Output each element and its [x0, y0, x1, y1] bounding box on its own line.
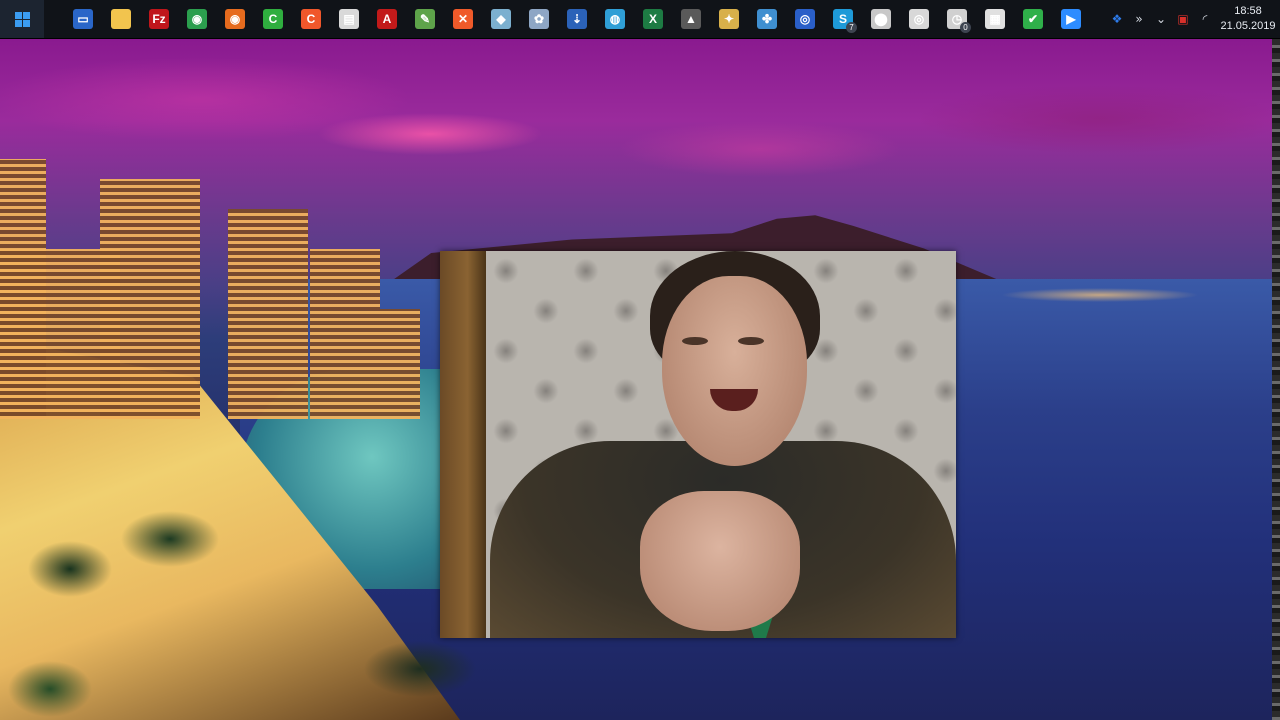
wolf-app-icon: ▲ [681, 9, 701, 29]
hotel-tower [228, 209, 308, 419]
download-manager-icon: ⇣ [567, 9, 587, 29]
zoom-taskbar-button[interactable]: ▶ [1052, 0, 1090, 38]
eraser-icon: ◆ [491, 9, 511, 29]
excel-icon: X [643, 9, 663, 29]
wifi-icon[interactable]: ◜ [1194, 0, 1216, 38]
download-manager-taskbar-button[interactable]: ⇣ [558, 0, 596, 38]
file-explorer-taskbar-button[interactable] [102, 0, 140, 38]
eraser-taskbar-button[interactable]: ◆ [482, 0, 520, 38]
paint-taskbar-button[interactable]: ✿ [520, 0, 558, 38]
system-tray: ❖» ⌄ ▣ ◜ 18:58 21.05.2019 [1106, 0, 1280, 38]
blue-square-app-icon: ◎ [795, 9, 815, 29]
target-icon: ◎ [909, 9, 929, 29]
chrome-taskbar-button[interactable]: ◉ [178, 0, 216, 38]
firefox-icon: ◉ [225, 9, 245, 29]
person-clasped-hands [640, 491, 800, 631]
clapperboard-icon: ▦ [985, 9, 1005, 29]
paint-icon: ✿ [529, 9, 549, 29]
world-globe-icon: ◍ [605, 9, 625, 29]
presentation-taskbar-button[interactable]: ▤ [330, 0, 368, 38]
taskbar: ▭ Fz ◉ ◉ C C ▤ A ✎ ✕ ◆ ✿ ⇣ ◍ X ▲ ✦ ✤ ◎ S 7 ⬤ ◎ ◷ 0 ▦ ✔ ▶ ❖» ⌄ ▣ ◜ 18:5… [0, 0, 1280, 39]
filezilla-icon: Fz [149, 9, 169, 29]
network-app-taskbar-button[interactable]: ✤ [748, 0, 786, 38]
filezilla-taskbar-button[interactable]: Fz [140, 0, 178, 38]
green-c-app-taskbar-button[interactable]: C [254, 0, 292, 38]
zoom-icon: ▶ [1061, 9, 1081, 29]
person-face [662, 276, 807, 466]
tools-taskbar-button[interactable]: ✦ [710, 0, 748, 38]
dropbox-icon[interactable]: ❖ [1106, 0, 1128, 38]
hotel-tower [310, 249, 380, 419]
webcam-video-window[interactable] [440, 251, 956, 638]
file-explorer-icon [111, 9, 131, 29]
excel-taskbar-button[interactable]: X [634, 0, 672, 38]
chrome-icon: ◉ [187, 9, 207, 29]
pinned-apps: ▭ Fz ◉ ◉ C C ▤ A ✎ ✕ ◆ ✿ ⇣ ◍ X ▲ ✦ ✤ ◎ S 7 ⬤ ◎ ◷ 0 ▦ ✔ ▶ [64, 0, 1090, 38]
shoreline-lights [960, 279, 1240, 307]
clock[interactable]: 18:58 21.05.2019 [1216, 4, 1280, 34]
alarm-clock-taskbar-button[interactable]: ◷ 0 [938, 0, 976, 38]
microphone-taskbar-button[interactable]: ⬤ [862, 0, 900, 38]
clapperboard-taskbar-button[interactable]: ▦ [976, 0, 1014, 38]
green-c-app-icon: C [263, 9, 283, 29]
hotel-tower [0, 249, 120, 419]
wolf-app-taskbar-button[interactable]: ▲ [672, 0, 710, 38]
show-hidden-icons-chevron-icon[interactable]: ⌄ [1150, 0, 1172, 38]
palm-trees [0, 419, 480, 720]
green-check-taskbar-button[interactable]: ✔ [1014, 0, 1052, 38]
notepad-icon: ✎ [415, 9, 435, 29]
notification-badge: 0 [960, 22, 971, 33]
world-globe-taskbar-button[interactable]: ◍ [596, 0, 634, 38]
clock-date: 21.05.2019 [1220, 20, 1276, 32]
adobe-acrobat-taskbar-button[interactable]: A [368, 0, 406, 38]
skype-taskbar-button[interactable]: S7 [824, 0, 862, 38]
microphone-icon: ⬤ [871, 9, 891, 29]
windows-logo-icon [14, 11, 30, 27]
hotel-tower [380, 309, 420, 419]
xmind-taskbar-button[interactable]: ✕ [444, 0, 482, 38]
overflow-chevrons-icon[interactable]: » [1128, 0, 1150, 38]
window-switcher-icon: ▭ [73, 9, 93, 29]
notification-badge: 7 [846, 22, 857, 33]
blue-square-app-taskbar-button[interactable]: ◎ [786, 0, 824, 38]
orange-c-app-taskbar-button[interactable]: C [292, 0, 330, 38]
orange-c-app-icon: C [301, 9, 321, 29]
xmind-icon: ✕ [453, 9, 473, 29]
screen-edge-artifact [1272, 39, 1280, 720]
notepad-taskbar-button[interactable]: ✎ [406, 0, 444, 38]
network-app-icon: ✤ [757, 9, 777, 29]
person-left-eye [682, 337, 708, 345]
window-switcher-taskbar-button[interactable]: ▭ [64, 0, 102, 38]
adobe-acrobat-icon: A [377, 9, 397, 29]
person-speaking [470, 251, 956, 638]
hotel-skyline [0, 119, 440, 419]
presentation-icon: ▤ [339, 9, 359, 29]
tools-icon: ✦ [719, 9, 739, 29]
target-taskbar-button[interactable]: ◎ [900, 0, 938, 38]
person-right-eye [738, 337, 764, 345]
green-check-icon: ✔ [1023, 9, 1043, 29]
clock-time: 18:58 [1234, 5, 1262, 17]
start-button[interactable] [0, 0, 44, 38]
firefox-taskbar-button[interactable]: ◉ [216, 0, 254, 38]
red-app-tray-icon[interactable]: ▣ [1172, 0, 1194, 38]
